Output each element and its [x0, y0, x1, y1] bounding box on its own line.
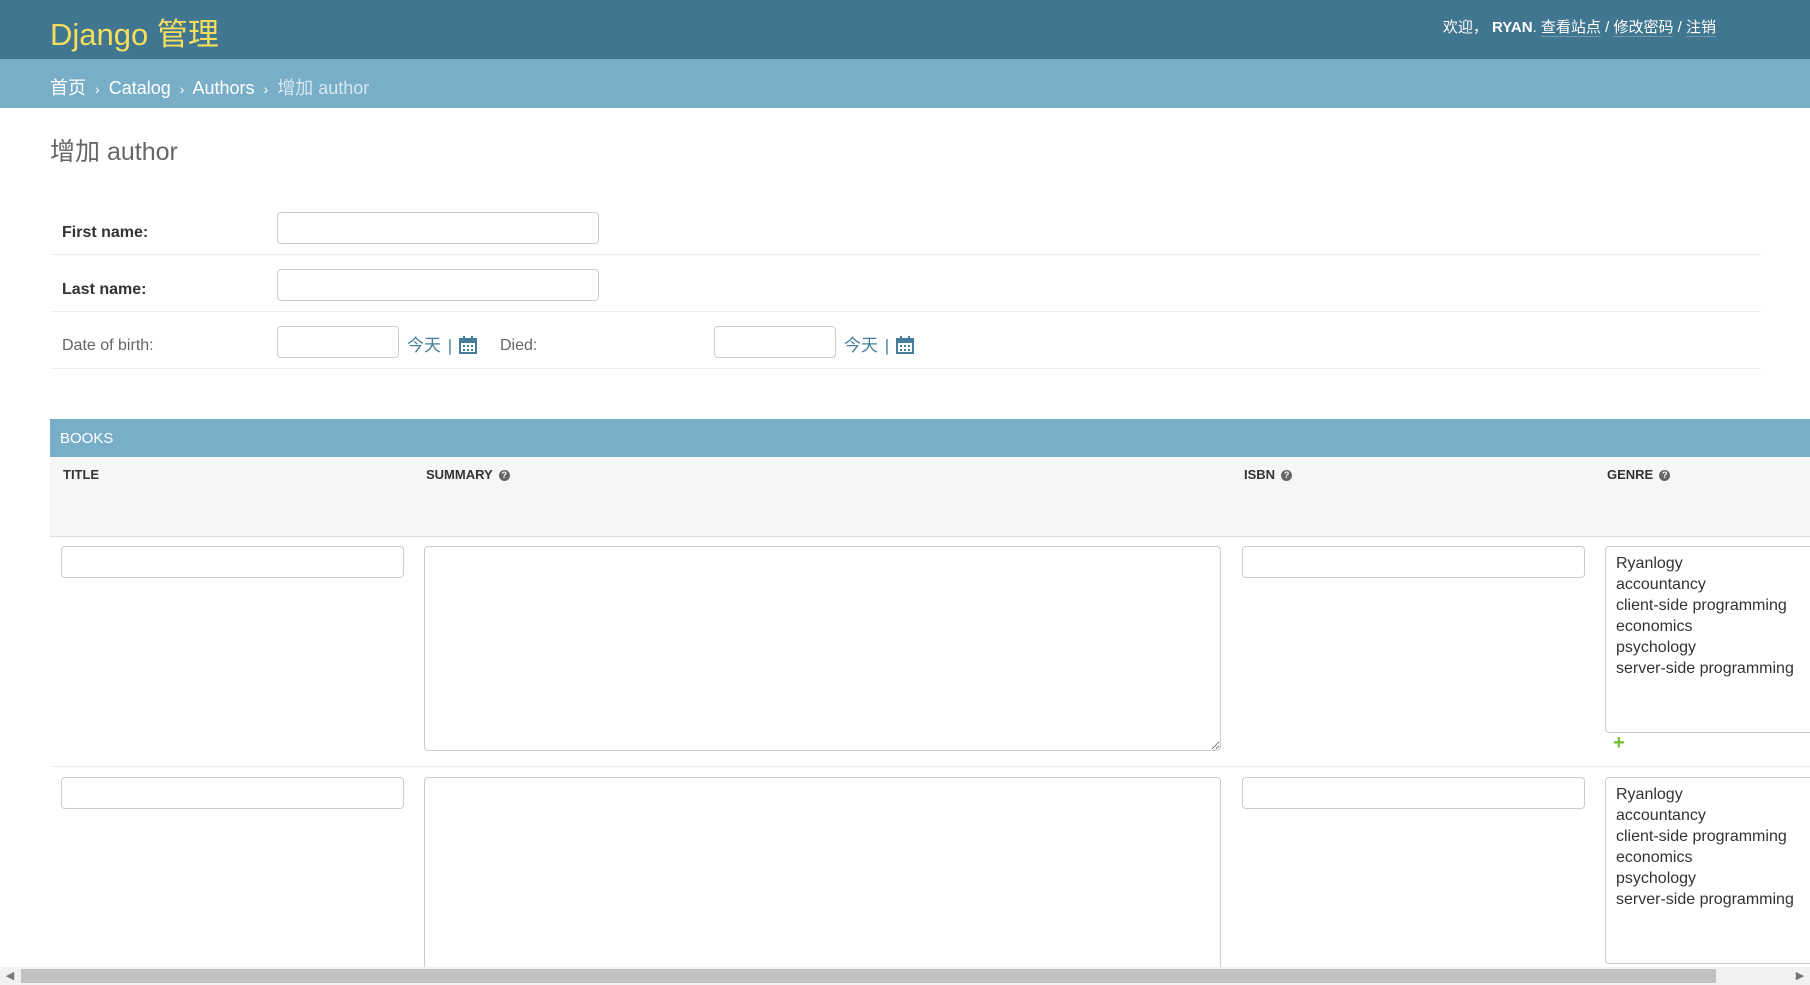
- calendar-icon[interactable]: [895, 335, 914, 354]
- book-title-input[interactable]: [61, 777, 404, 809]
- book-summary-textarea[interactable]: [424, 546, 1221, 751]
- help-icon[interactable]: ?: [1659, 470, 1671, 481]
- died-input[interactable]: [714, 326, 836, 358]
- genre-option[interactable]: server-side programming: [1616, 658, 1804, 679]
- genre-option[interactable]: Ryanlogy: [1616, 553, 1804, 574]
- column-genre-label: GENRE: [1607, 467, 1654, 482]
- inline-title-bar: BOOKS: [50, 419, 1810, 457]
- last-name-label: Last name:: [62, 281, 147, 298]
- breadcrumb-separator: ›: [95, 81, 100, 97]
- genre-option[interactable]: accountancy: [1616, 805, 1804, 826]
- scrollbar-thumb[interactable]: [21, 969, 1716, 983]
- date-of-birth-shortcuts: 今天 |: [407, 331, 477, 356]
- separator: /: [1677, 19, 1682, 36]
- shortcut-separator: |: [884, 336, 890, 355]
- died-today-link[interactable]: 今天: [844, 336, 878, 355]
- genre-option[interactable]: client-side programming: [1616, 595, 1804, 616]
- inline-row: Ryanlogy accountancy client-side program…: [50, 767, 1810, 967]
- change-password-link[interactable]: 修改密码: [1613, 19, 1674, 37]
- breadcrumb-authors[interactable]: Authors: [192, 78, 254, 98]
- died-shortcuts: 今天 |: [844, 331, 914, 356]
- genre-option[interactable]: server-side programming: [1616, 889, 1804, 910]
- logout-link[interactable]: 注销: [1685, 19, 1716, 37]
- calendar-icon[interactable]: [458, 335, 477, 354]
- period: .: [1532, 19, 1537, 36]
- help-icon[interactable]: ?: [498, 470, 510, 481]
- breadcrumb-catalog[interactable]: Catalog: [109, 78, 171, 98]
- genre-option[interactable]: psychology: [1616, 868, 1804, 889]
- column-header-isbn: ISBN?: [1244, 467, 1293, 482]
- date-of-birth-input[interactable]: [277, 326, 399, 358]
- user-tools: 欢迎， RYAN. 查看站点 / 修改密码 / 注销: [1443, 16, 1716, 37]
- scroll-left-arrow-icon[interactable]: ◀: [0, 967, 20, 985]
- breadcrumb-separator: ›: [179, 81, 185, 97]
- genre-multiselect[interactable]: Ryanlogy accountancy client-side program…: [1605, 777, 1810, 964]
- horizontal-scrollbar[interactable]: ◀ ▶: [0, 967, 1810, 985]
- book-title-input[interactable]: [61, 546, 404, 578]
- breadcrumb: 首页 › Catalog › Authors › 增加 author: [0, 59, 1810, 108]
- welcome-text: 欢迎，: [1442, 19, 1488, 36]
- breadcrumb-separator: ›: [263, 81, 269, 97]
- genre-option[interactable]: psychology: [1616, 637, 1804, 658]
- page-title: 增加 author: [50, 138, 178, 166]
- inline-title: BOOKS: [60, 430, 114, 447]
- genre-option[interactable]: Ryanlogy: [1616, 784, 1804, 805]
- book-isbn-input[interactable]: [1242, 546, 1585, 578]
- column-summary-label: SUMMARY: [426, 467, 493, 482]
- first-name-label: First name:: [62, 224, 149, 241]
- breadcrumb-home[interactable]: 首页: [50, 78, 86, 98]
- form-row-last-name: Last name:: [50, 255, 1761, 312]
- last-name-input[interactable]: [277, 269, 599, 301]
- books-inline-group: BOOKS TITLE SUMMARY? ISBN? GENRE? Ryanlo…: [50, 419, 1810, 967]
- genre-option[interactable]: economics: [1616, 847, 1804, 868]
- book-summary-textarea[interactable]: [424, 777, 1221, 967]
- column-header-genre: GENRE?: [1607, 467, 1671, 482]
- inline-table-header: TITLE SUMMARY? ISBN? GENRE?: [50, 457, 1810, 537]
- form-row-first-name: First name:: [50, 198, 1761, 255]
- genre-option[interactable]: client-side programming: [1616, 826, 1804, 847]
- add-icon[interactable]: +: [1613, 732, 1625, 755]
- separator: /: [1605, 19, 1610, 36]
- scroll-right-arrow-icon[interactable]: ▶: [1790, 967, 1810, 985]
- inline-row: Ryanlogy accountancy client-side program…: [50, 536, 1810, 767]
- breadcrumb-current: 增加 author: [277, 78, 370, 98]
- column-header-summary: SUMMARY?: [426, 467, 510, 482]
- help-icon[interactable]: ?: [1281, 470, 1293, 481]
- form-row-dates: Date of birth: 今天 | Died: 今天 |: [50, 312, 1761, 369]
- column-title-label: TITLE: [63, 467, 100, 482]
- site-branding[interactable]: Django 管理: [50, 9, 219, 54]
- genre-multiselect[interactable]: Ryanlogy accountancy client-side program…: [1605, 546, 1810, 733]
- column-header-title: TITLE: [63, 467, 99, 482]
- genre-option[interactable]: economics: [1616, 616, 1804, 637]
- genre-option[interactable]: accountancy: [1616, 574, 1804, 595]
- header: Django 管理 欢迎， RYAN. 查看站点 / 修改密码 / 注销: [0, 0, 1810, 59]
- column-isbn-label: ISBN: [1244, 467, 1276, 482]
- shortcut-separator: |: [447, 336, 453, 355]
- book-isbn-input[interactable]: [1242, 777, 1585, 809]
- view-site-link[interactable]: 查看站点: [1540, 19, 1601, 37]
- username: RYAN: [1492, 19, 1533, 36]
- died-label: Died:: [500, 337, 538, 354]
- first-name-input[interactable]: [277, 212, 599, 244]
- date-of-birth-today-link[interactable]: 今天: [407, 336, 441, 355]
- date-of-birth-label: Date of birth:: [62, 337, 154, 354]
